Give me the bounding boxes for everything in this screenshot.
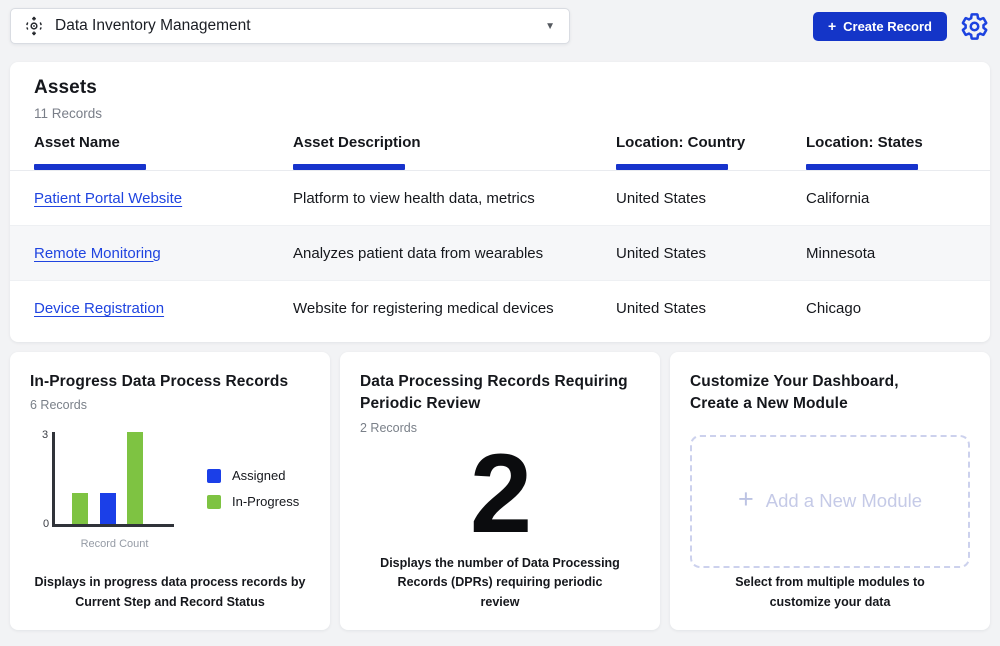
column-header[interactable]: Asset Name bbox=[34, 134, 293, 170]
gear-icon bbox=[960, 12, 990, 41]
periodic-review-card: Data Processing Records Requiring Period… bbox=[340, 352, 660, 630]
column-header-underline bbox=[806, 164, 918, 170]
dashboard-modules: In-Progress Data Process Records 6 Recor… bbox=[10, 352, 990, 630]
column-header-label: Asset Description bbox=[293, 134, 616, 151]
legend-item: In-Progress bbox=[207, 494, 299, 509]
card-title: Data Processing Records Requiring Period… bbox=[360, 371, 640, 416]
chart-bar-in-progress bbox=[72, 493, 88, 524]
column-header[interactable]: Asset Description bbox=[293, 134, 616, 170]
column-header-underline bbox=[616, 164, 728, 170]
y-tick-max: 3 bbox=[42, 429, 48, 441]
table-row: Device Registration Website for registeri… bbox=[10, 281, 990, 336]
assets-record-count: 11 Records bbox=[34, 106, 966, 121]
table-row: Patient Portal Website Platform to view h… bbox=[10, 171, 990, 226]
column-header-underline bbox=[293, 164, 405, 170]
card-record-count: 6 Records bbox=[30, 398, 310, 412]
asset-name-link[interactable]: Remote Monitoring bbox=[34, 245, 161, 262]
column-header[interactable]: Location: Country bbox=[616, 134, 806, 170]
assets-table-header: Asset NameAsset DescriptionLocation: Cou… bbox=[10, 134, 990, 171]
column-header-label: Asset Name bbox=[34, 134, 293, 151]
table-row: Remote Monitoring Analyzes patient data f… bbox=[10, 226, 990, 281]
table-cell-state: Chicago bbox=[806, 300, 966, 317]
table-cell-description: Website for registering medical devices bbox=[293, 300, 616, 317]
create-record-label: Create Record bbox=[843, 19, 932, 34]
table-cell-state: Minnesota bbox=[806, 245, 966, 262]
asset-name-link[interactable]: Device Registration bbox=[34, 300, 164, 317]
y-tick-min: 0 bbox=[43, 518, 49, 530]
card-title: Customize Your Dashboard, Create a New M… bbox=[690, 371, 925, 416]
x-axis-label: Record Count bbox=[52, 538, 177, 550]
create-record-button[interactable]: + Create Record bbox=[813, 12, 947, 41]
assets-title: Assets bbox=[34, 77, 966, 99]
assets-panel: Assets 11 Records Asset NameAsset Descri… bbox=[10, 62, 990, 342]
in-progress-records-card: In-Progress Data Process Records 6 Recor… bbox=[10, 352, 330, 630]
chart-bar-assigned bbox=[100, 493, 116, 524]
table-cell-country: United States bbox=[616, 300, 806, 317]
big-number-wrap: 2 bbox=[360, 435, 640, 554]
assets-table-body: Patient Portal Website Platform to view h… bbox=[10, 171, 990, 336]
table-cell-country: United States bbox=[616, 190, 806, 207]
chevron-down-icon: ▼ bbox=[545, 21, 555, 32]
asset-name-link[interactable]: Patient Portal Website bbox=[34, 190, 182, 207]
column-header-label: Location: Country bbox=[616, 134, 806, 151]
plot-area: 3 0 Record Count bbox=[52, 432, 177, 550]
legend-item: Assigned bbox=[207, 468, 299, 483]
periodic-review-count: 2 bbox=[470, 438, 530, 550]
card-description: Select from multiple modules to customiz… bbox=[690, 573, 970, 612]
add-new-module-button[interactable]: + Add a New Module bbox=[690, 435, 970, 568]
card-description: Displays in progress data process record… bbox=[30, 573, 310, 612]
bar-chart: 3 0 Record Count Assigned In-Progress bbox=[30, 432, 310, 550]
card-description: Displays the number of Data Processing R… bbox=[360, 554, 640, 612]
add-module-label: Add a New Module bbox=[766, 490, 922, 512]
plot: 3 0 bbox=[52, 432, 174, 527]
column-header-label: Location: States bbox=[806, 134, 966, 151]
settings-gear-button[interactable] bbox=[960, 11, 990, 41]
legend-label: In-Progress bbox=[232, 494, 299, 509]
customize-dashboard-card: Customize Your Dashboard, Create a New M… bbox=[670, 352, 990, 630]
legend-label: Assigned bbox=[232, 468, 285, 483]
chart-bar-in-progress bbox=[127, 432, 143, 524]
topbar: Data Inventory Management ▼ + Create Rec… bbox=[0, 0, 1000, 52]
data-inventory-icon bbox=[23, 15, 45, 37]
card-title: In-Progress Data Process Records bbox=[30, 371, 310, 393]
table-cell-description: Analyzes patient data from wearables bbox=[293, 245, 616, 262]
plus-icon: + bbox=[738, 486, 754, 513]
column-header-underline bbox=[34, 164, 146, 170]
column-header[interactable]: Location: States bbox=[806, 134, 966, 170]
chart-legend: Assigned In-Progress bbox=[207, 468, 299, 550]
table-cell-description: Platform to view health data, metrics bbox=[293, 190, 616, 207]
legend-swatch bbox=[207, 495, 221, 509]
legend-swatch bbox=[207, 469, 221, 483]
module-selector-dropdown[interactable]: Data Inventory Management ▼ bbox=[10, 8, 570, 44]
module-selector-value: Data Inventory Management bbox=[55, 17, 251, 35]
table-cell-state: California bbox=[806, 190, 966, 207]
plus-icon: + bbox=[828, 18, 836, 34]
table-cell-country: United States bbox=[616, 245, 806, 262]
